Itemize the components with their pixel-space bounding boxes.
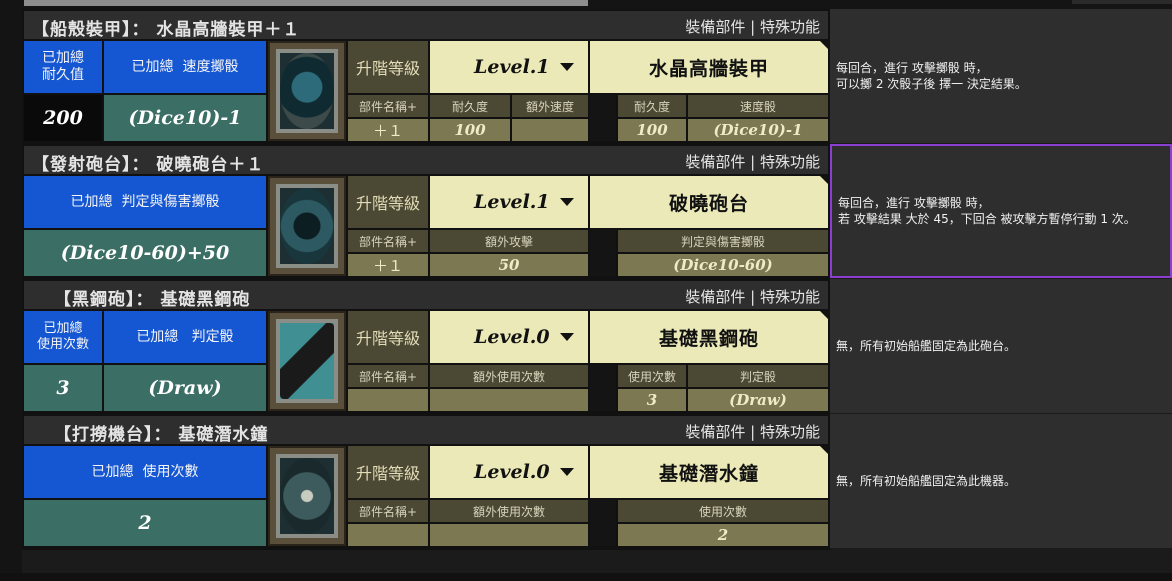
chevron-down-icon[interactable] [560, 63, 574, 71]
part-plus-value [348, 389, 428, 411]
panel-header-tabs[interactable]: 裝備部件 | 特殊功能 [685, 286, 820, 307]
extra-durability-label: 耐久度 [430, 95, 510, 117]
black-steel-cannon-icon [268, 311, 346, 411]
level-dropdown[interactable]: Level.1 [430, 176, 588, 228]
total-uses-value: 2 [24, 500, 266, 546]
cannon-turret-icon [268, 176, 346, 276]
base-uses-value: 3 [618, 389, 686, 411]
panel-header: 【發射砲台】： 破曉砲台＋１ 裝備部件 | 特殊功能 [24, 146, 828, 175]
divider [590, 365, 616, 411]
base-hit-damage-roll-value: (Dice10-60) [618, 254, 828, 276]
extra-speed-value [512, 119, 588, 141]
extra-uses-value [430, 524, 588, 546]
part-plus-value: ＋１ [348, 119, 428, 141]
panel-title: 【發射砲台】： 破曉砲台＋１ [32, 155, 265, 175]
extra-uses-label: 額外使用次數 [430, 365, 588, 387]
chevron-down-icon[interactable] [560, 468, 574, 476]
divider [590, 500, 616, 546]
level-value: Level.0 [474, 461, 550, 483]
armor-icon [268, 41, 346, 141]
chevron-down-icon[interactable] [560, 198, 574, 206]
chevron-down-icon[interactable] [560, 333, 574, 341]
special-ability-description-1: 每回合，進行 攻擊擲骰 時， 可以擲 2 次骰子後 擇一 決定結果。 [830, 9, 1172, 143]
level-dropdown[interactable]: Level.0 [430, 446, 588, 498]
total-hit-die-value: (Draw) [104, 365, 266, 411]
base-durability-label: 耐久度 [618, 95, 686, 117]
panel-header: 【打撈機台】： 基礎潛水鐘 裝備部件 | 特殊功能 [24, 416, 828, 445]
divider [590, 95, 616, 141]
top-strip [0, 0, 1172, 9]
panel-header-tabs[interactable]: 裝備部件 | 特殊功能 [685, 16, 820, 37]
extra-uses-label: 額外使用次數 [430, 500, 588, 522]
scroll-indicator [24, 0, 588, 6]
base-uses-value: 2 [618, 524, 828, 546]
extra-uses-value [430, 389, 588, 411]
part-plus-value [348, 524, 428, 546]
base-hit-damage-roll-label: 判定與傷害擲骰 [618, 230, 828, 252]
special-ability-description-2[interactable]: 每回合，進行 攻擊擲骰 時， 若 攻擊結果 大於 45，下回合 被攻擊方暫停行動… [830, 144, 1172, 278]
total-speed-roll-value: (Dice10)-1 [104, 95, 266, 141]
panel-header-tabs[interactable]: 裝備部件 | 特殊功能 [685, 151, 820, 172]
level-dropdown[interactable]: Level.1 [430, 41, 588, 93]
base-durability-value: 100 [618, 119, 686, 141]
total-hit-damage-roll-label: 已加總 判定與傷害擲骰 [24, 176, 266, 228]
total-durability-label: 已加總 耐久值 [24, 41, 102, 93]
base-speed-die-value: (Dice10)-1 [688, 119, 828, 141]
extra-attack-value: 50 [430, 254, 588, 276]
part-plus-value: ＋１ [348, 254, 428, 276]
level-value: Level.0 [474, 326, 550, 348]
equipment-panel-launch-turret: 【發射砲台】： 破曉砲台＋１ 裝備部件 | 特殊功能 已加總 判定與傷害擲骰 (… [22, 144, 830, 280]
base-speed-die-label: 速度骰 [688, 95, 828, 117]
equipment-panel-hull-armor: 【船殼裝甲】： 水晶高牆裝甲＋１ 裝備部件 | 特殊功能 已加總 耐久值 已加總… [22, 9, 830, 145]
upgrade-level-label: 升階等級 [348, 176, 428, 228]
extra-speed-label: 額外速度 [512, 95, 588, 117]
total-durability-value: 200 [24, 95, 102, 141]
part-name-plus-label: 部件名稱+ [348, 500, 428, 522]
extra-attack-label: 額外攻擊 [430, 230, 588, 252]
upgrade-level-label: 升階等級 [348, 41, 428, 93]
level-value: Level.1 [474, 56, 550, 78]
base-uses-label: 使用次數 [618, 365, 686, 387]
special-ability-description-4: 無，所有初始船艦固定為此機器。 [830, 414, 1172, 548]
panel-title: 【打撈機台】： 基礎潛水鐘 [54, 425, 269, 445]
equipment-panel-black-steel-cannon: 【黑鋼砲】： 基礎黑鋼砲 裝備部件 | 特殊功能 已加總 使用次數 已加總 判定… [22, 279, 830, 415]
part-name-plus-label: 部件名稱+ [348, 95, 428, 117]
part-name: 基礎黑鋼砲 [590, 311, 828, 363]
total-uses-label: 已加總 使用次數 [24, 311, 102, 363]
divider [590, 230, 616, 276]
total-hit-die-label: 已加總 判定骰 [104, 311, 266, 363]
top-right-bar [1072, 0, 1172, 4]
panel-title: 【黑鋼砲】： 基礎黑鋼砲 [54, 290, 251, 310]
part-name-plus-label: 部件名稱+ [348, 230, 428, 252]
part-name: 基礎潛水鐘 [590, 446, 828, 498]
part-name: 破曉砲台 [590, 176, 828, 228]
equipment-panel-salvage-machine: 【打撈機台】： 基礎潛水鐘 裝備部件 | 特殊功能 已加總 使用次數 2 升階等… [22, 414, 830, 550]
panel-header: 【黑鋼砲】： 基礎黑鋼砲 裝備部件 | 特殊功能 [24, 281, 828, 310]
base-hit-die-label: 判定骰 [688, 365, 828, 387]
total-uses-value: 3 [24, 365, 102, 411]
total-uses-label: 已加總 使用次數 [24, 446, 266, 498]
total-speed-roll-label: 已加總 速度擲骰 [104, 41, 266, 93]
total-hit-damage-roll-value: (Dice10-60)+50 [24, 230, 266, 276]
panel-header-tabs[interactable]: 裝備部件 | 特殊功能 [685, 421, 820, 442]
panel-title: 【船殼裝甲】： 水晶高牆裝甲＋１ [32, 20, 301, 40]
special-ability-description-3: 無，所有初始船艦固定為此砲台。 [830, 279, 1172, 413]
level-dropdown[interactable]: Level.0 [430, 311, 588, 363]
upgrade-level-label: 升階等級 [348, 311, 428, 363]
level-value: Level.1 [474, 191, 550, 213]
base-hit-die-value: (Draw) [688, 389, 828, 411]
extra-durability-value: 100 [430, 119, 510, 141]
part-name: 水晶高牆裝甲 [590, 41, 828, 93]
upgrade-level-label: 升階等級 [348, 446, 428, 498]
base-uses-label: 使用次數 [618, 500, 828, 522]
left-edge [0, 0, 22, 581]
bottom-strip [0, 573, 1172, 581]
part-name-plus-label: 部件名稱+ [348, 365, 428, 387]
panel-header: 【船殼裝甲】： 水晶高牆裝甲＋１ 裝備部件 | 特殊功能 [24, 11, 828, 40]
diving-bell-icon [268, 446, 346, 546]
